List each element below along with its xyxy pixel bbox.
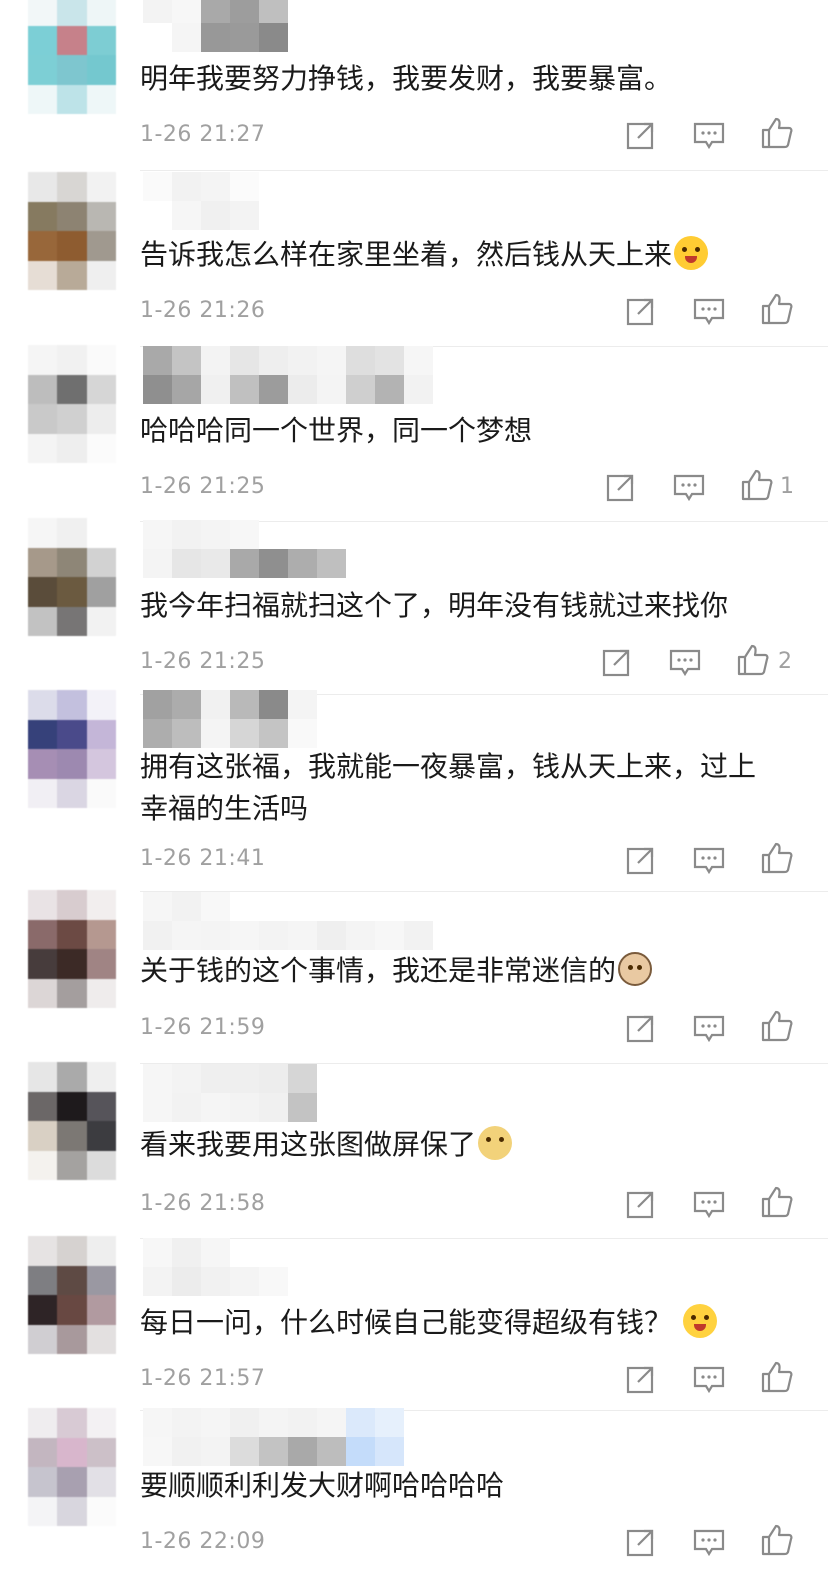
doge-emoji — [478, 1126, 513, 1160]
comment-icon[interactable] — [692, 294, 726, 328]
username[interactable] — [143, 172, 443, 230]
comment-time: 1-26 21:41 — [140, 846, 266, 871]
avatar[interactable] — [28, 172, 116, 290]
avatar[interactable] — [28, 890, 116, 1008]
comment-text: 拥有这张福，我就能一夜暴富，钱从天上来，过上幸福的生活吗 — [140, 750, 757, 825]
avatar[interactable] — [28, 1236, 116, 1354]
tongue-face-emoji — [674, 236, 709, 270]
avatar[interactable] — [28, 0, 116, 114]
username[interactable] — [143, 892, 443, 950]
share-icon[interactable] — [624, 1187, 658, 1221]
comment-icon[interactable] — [692, 1362, 726, 1396]
avatar[interactable] — [28, 1408, 116, 1526]
share-icon[interactable] — [624, 843, 658, 877]
comment-text: 看来我要用这张图做屏保了 — [140, 1124, 790, 1166]
comment-icon[interactable] — [672, 470, 706, 504]
share-icon[interactable] — [624, 118, 658, 152]
username[interactable] — [143, 346, 443, 404]
comment-icon[interactable] — [692, 1525, 726, 1559]
comment-time: 1-26 21:27 — [140, 122, 266, 147]
username[interactable] — [143, 1064, 443, 1122]
comment-text: 告诉我怎么样在家里坐着，然后钱从天上来 — [140, 234, 790, 276]
like-count: 2 — [778, 649, 792, 674]
comment-time: 1-26 21:26 — [140, 298, 266, 323]
comment-text: 关于钱的这个事情，我还是非常迷信的 — [140, 950, 790, 992]
comment-text: 我今年扫福就扫这个了，明年没有钱就过来找你 — [140, 589, 729, 622]
thumbs-up-icon[interactable] — [760, 292, 794, 326]
thumbs-up-icon[interactable] — [760, 841, 794, 875]
avatar[interactable] — [28, 1062, 116, 1180]
thumbs-up-icon[interactable] — [736, 643, 770, 677]
username[interactable] — [143, 690, 443, 748]
thumbs-up-icon[interactable] — [760, 1523, 794, 1557]
comment-time: 1-26 21:57 — [140, 1366, 266, 1391]
comment-text-body: 每日一问，什么时候自己能变得超级有钱？ — [140, 1306, 673, 1339]
username[interactable] — [143, 520, 443, 578]
username[interactable] — [143, 1238, 443, 1296]
comment-time: 1-26 21:58 — [140, 1191, 266, 1216]
share-icon[interactable] — [624, 1362, 658, 1396]
thumbs-up-icon[interactable] — [760, 1009, 794, 1043]
comment-icon[interactable] — [668, 645, 702, 679]
thumbs-up-icon[interactable] — [760, 116, 794, 150]
comment-time: 1-26 21:25 — [140, 649, 266, 674]
share-icon[interactable] — [624, 294, 658, 328]
comment-text-body: 看来我要用这张图做屏保了 — [140, 1128, 477, 1161]
laughing-crying-emoji — [682, 1304, 717, 1338]
share-icon[interactable] — [604, 470, 638, 504]
comment-icon[interactable] — [692, 1011, 726, 1045]
thumbs-up-icon[interactable] — [740, 468, 774, 502]
avatar[interactable] — [28, 518, 116, 636]
comment-text: 哈哈哈同一个世界，同一个梦想 — [140, 414, 533, 447]
comment-text: 要顺顺利利发大财啊哈哈哈哈 — [140, 1469, 505, 1502]
like-count: 1 — [780, 474, 794, 499]
comment-time: 1-26 21:25 — [140, 474, 266, 499]
comment-text-body: 告诉我怎么样在家里坐着，然后钱从天上来 — [140, 238, 673, 271]
divider — [140, 170, 828, 171]
username[interactable] — [143, 0, 443, 52]
comment-text: 明年我要努力挣钱，我要发财，我要暴富。 — [140, 62, 673, 95]
comment-text-body: 关于钱的这个事情，我还是非常迷信的 — [140, 954, 617, 987]
comment-icon[interactable] — [692, 843, 726, 877]
avatar[interactable] — [28, 345, 116, 463]
comment-icon[interactable] — [692, 1187, 726, 1221]
comment-time: 1-26 22:09 — [140, 1529, 266, 1554]
thumbs-up-icon[interactable] — [760, 1360, 794, 1394]
comment-time: 1-26 21:59 — [140, 1015, 266, 1040]
comment-icon[interactable] — [692, 118, 726, 152]
thumbs-up-icon[interactable] — [760, 1185, 794, 1219]
cat-face-emoji — [618, 952, 653, 986]
comment-text: 每日一问，什么时候自己能变得超级有钱？ — [140, 1302, 790, 1344]
share-icon[interactable] — [600, 645, 634, 679]
avatar[interactable] — [28, 690, 116, 808]
username[interactable] — [143, 1408, 443, 1466]
share-icon[interactable] — [624, 1525, 658, 1559]
share-icon[interactable] — [624, 1011, 658, 1045]
